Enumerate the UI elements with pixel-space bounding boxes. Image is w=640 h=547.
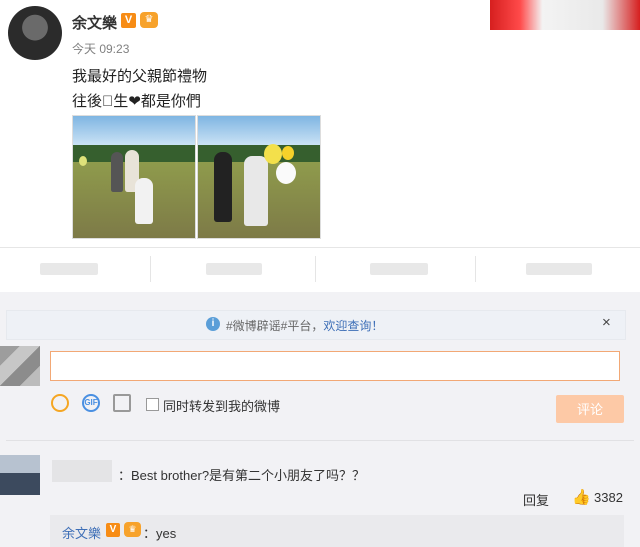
post-divider: [0, 247, 640, 248]
comment-input[interactable]: [50, 351, 620, 381]
favorite-button[interactable]: [40, 263, 98, 275]
action-separator: [475, 256, 476, 282]
gif-icon[interactable]: GIF: [82, 394, 100, 412]
like-count: 3382: [594, 490, 623, 505]
action-separator: [315, 256, 316, 282]
post-time[interactable]: 今天 09:23: [72, 40, 129, 57]
author-avatar[interactable]: [8, 6, 62, 60]
post-text-line-1: 我最好的父親節禮物: [72, 68, 208, 85]
commenter-name[interactable]: [52, 460, 112, 482]
info-icon: i: [206, 317, 220, 331]
reply-author[interactable]: 余文樂: [62, 523, 101, 542]
repost-button[interactable]: [206, 263, 262, 275]
smile-icon[interactable]: [51, 394, 69, 412]
crown-icon: ♛: [124, 522, 141, 537]
post-photo-1[interactable]: [72, 115, 196, 239]
commenter-avatar[interactable]: [0, 455, 40, 495]
submit-comment-button[interactable]: 评论: [556, 395, 624, 423]
post-photo-2[interactable]: [197, 115, 321, 239]
comment-button[interactable]: [370, 263, 428, 275]
like-button[interactable]: [526, 263, 592, 275]
image-icon[interactable]: [113, 394, 131, 412]
reply-button[interactable]: 回复: [523, 490, 549, 509]
author-name[interactable]: 余文樂: [72, 12, 117, 33]
repost-label: 同时转发到我的微博: [163, 399, 281, 414]
thumb-up-icon[interactable]: 👍: [572, 488, 591, 506]
verified-icon: V: [121, 13, 136, 28]
comment-text: ：Best brother?是有第二个小朋友了吗？？: [118, 468, 366, 483]
crown-icon: ♛: [140, 12, 158, 28]
my-avatar: [0, 346, 40, 386]
repost-checkbox[interactable]: [146, 398, 159, 411]
top-banner: [490, 0, 640, 30]
verified-icon: V: [106, 523, 120, 537]
notice-prefix: #微博辟谣#平台，: [226, 319, 324, 333]
close-icon[interactable]: ×: [602, 314, 611, 331]
notice-link[interactable]: 欢迎查询！: [323, 319, 383, 333]
comment-divider: [6, 440, 634, 441]
post-text-line-2: 往後𠍕生❤都是你們: [72, 93, 201, 110]
notice-text: #微博辟谣#平台，欢迎查询！: [226, 317, 383, 334]
action-separator: [150, 256, 151, 282]
reply-text: ：yes: [143, 526, 177, 541]
